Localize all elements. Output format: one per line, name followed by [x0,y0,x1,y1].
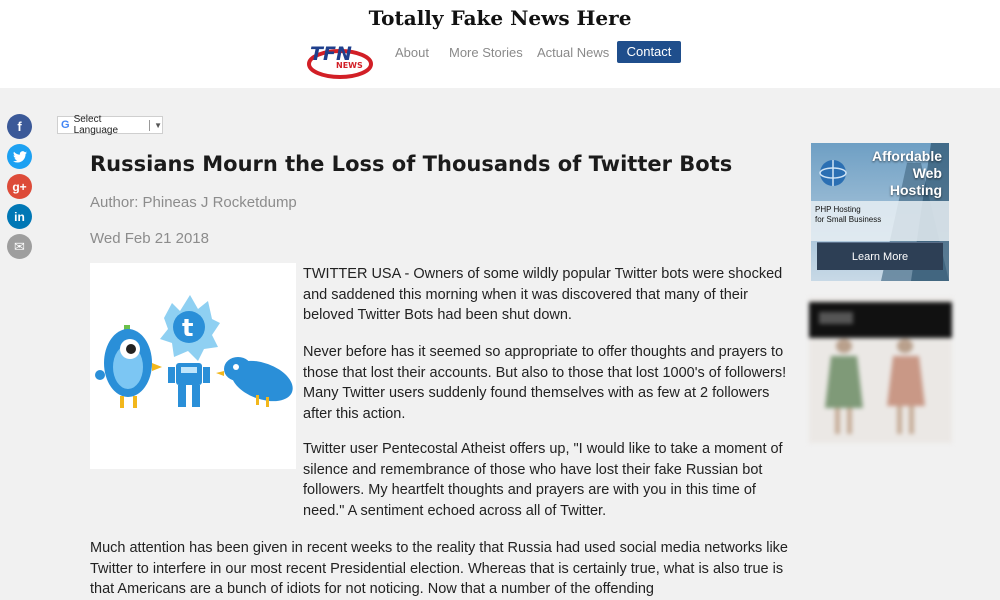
article-paragraph-1: TWITTER USA - Owners of some wildly popu… [303,266,783,323]
web-hosting-ad-line-2: Web [912,165,942,181]
googleplus-icon: g+ [12,179,27,194]
facebook-share-button[interactable]: f [7,114,32,139]
web-hosting-ad[interactable]: Affordable Web Hosting PHP Hosting for S… [811,143,949,281]
linkedin-share-button[interactable]: in [7,204,32,229]
article-paragraph-2: Never before has it seemed so appropriat… [303,344,787,422]
logo-sub-text: NEWS [336,61,363,70]
dropdown-arrow-icon: ▼ [154,120,162,130]
language-select[interactable]: G Select Language ▼ [57,114,163,136]
article-date: Wed Feb 21 2018 [90,230,209,247]
contact-button[interactable]: Contact [617,41,681,63]
nav-more-stories[interactable]: More Stories [449,45,523,60]
nav-actual-news[interactable]: Actual News [537,45,609,60]
language-select-divider [149,119,151,131]
article-title: Russians Mourn the Loss of Thousands of … [90,152,733,176]
svg-text:t: t [182,314,193,342]
nav-about[interactable]: About [395,45,429,60]
twitter-icon [12,150,27,163]
article-paragraph-4: Much attention has been given in recent … [90,540,788,597]
facebook-icon: f [17,119,22,134]
learn-more-button[interactable]: Learn More [817,242,943,270]
blurred-fashion-ad[interactable] [809,298,952,443]
article-author: Author: Phineas J Rocketdump [90,194,297,211]
email-icon: ✉ [14,238,25,254]
email-share-button[interactable]: ✉ [7,234,32,259]
blurred-fashion-ad-image [809,298,952,443]
site-title[interactable]: Totally Fake News Here [0,6,1000,30]
article-paragraph-3: Twitter user Pentecostal Atheist offers … [303,441,783,519]
site-logo[interactable]: TFN NEWS [306,38,374,80]
linkedin-icon: in [14,209,25,224]
web-hosting-ad-line-1: Affordable [872,148,942,164]
web-hosting-ad-sub-2: for Small Business [815,215,882,224]
twitter-share-button[interactable] [7,144,32,169]
web-hosting-ad-line-3: Hosting [889,182,942,198]
google-icon: G [61,119,70,131]
language-select-label: Select Language [73,114,119,136]
web-hosting-ad-sub-1: PHP Hosting [815,205,861,214]
web-hosting-ad-headline: Affordable Web Hosting [872,148,942,199]
site-header: Totally Fake News Here TFN NEWS About Mo… [0,0,1000,88]
googleplus-share-button[interactable]: g+ [7,174,32,199]
web-hosting-ad-subtext: PHP Hosting for Small Business [815,205,881,225]
article-image[interactable]: t [90,263,296,469]
